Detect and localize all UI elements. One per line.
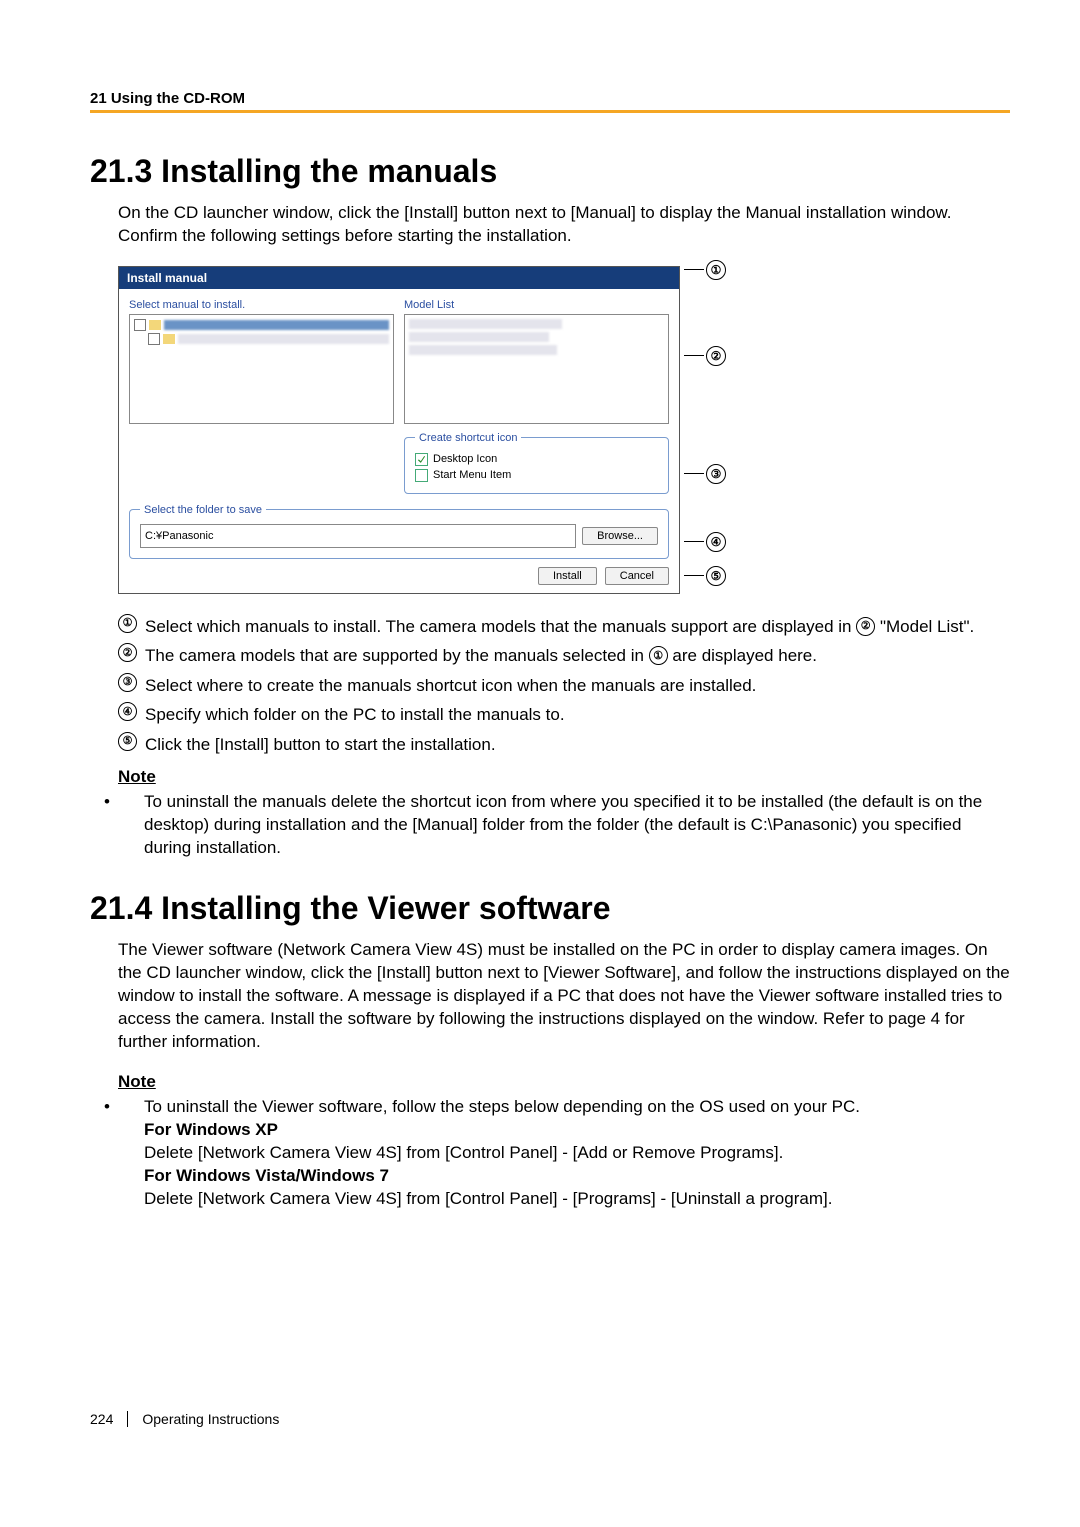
desktop-icon-label: Desktop Icon xyxy=(433,453,497,465)
callout-4: ④ xyxy=(684,532,726,552)
folder-input[interactable] xyxy=(140,524,576,548)
desktop-icon-checkbox[interactable] xyxy=(415,453,428,466)
enum-list-21-3: ①Select which manuals to install. The ca… xyxy=(118,614,1010,758)
note-body-21-4: •To uninstall the Viewer software, follo… xyxy=(144,1096,1010,1211)
install-manual-figure: Install manual Select manual to install. xyxy=(118,266,738,594)
note-body-21-3: •To uninstall the manuals delete the sho… xyxy=(144,791,1010,860)
cancel-button[interactable]: Cancel xyxy=(605,567,669,585)
dialog-title: Install manual xyxy=(119,267,679,289)
page-footer: 224 Operating Instructions xyxy=(90,1411,1010,1427)
heading-21-3: 21.3 Installing the manuals xyxy=(90,153,1010,190)
section-header: 21 Using the CD-ROM xyxy=(90,90,1010,107)
startmenu-label: Start Menu Item xyxy=(433,469,511,481)
callout-1: ① xyxy=(684,260,726,280)
heading-21-4: 21.4 Installing the Viewer software xyxy=(90,890,1010,927)
callout-2: ② xyxy=(684,346,726,366)
footer-label: Operating Instructions xyxy=(142,1411,279,1427)
header-rule xyxy=(90,110,1010,113)
callout-5: ⑤ xyxy=(684,566,726,586)
intro-21-4: The Viewer software (Network Camera View… xyxy=(118,939,1010,1054)
note-heading-21-4: Note xyxy=(118,1072,1010,1092)
install-button[interactable]: Install xyxy=(538,567,597,585)
folder-legend: Select the folder to save xyxy=(140,504,266,516)
callout-3: ③ xyxy=(684,464,726,484)
model-list-label: Model List xyxy=(404,299,669,311)
model-list[interactable] xyxy=(404,314,669,424)
shortcut-fieldset: Create shortcut icon Desktop Icon Start … xyxy=(404,432,669,494)
page-number: 224 xyxy=(90,1411,128,1427)
manual-tree[interactable] xyxy=(129,314,394,424)
folder-fieldset: Select the folder to save Browse... xyxy=(129,504,669,559)
browse-button[interactable]: Browse... xyxy=(582,527,658,545)
note-heading-21-3: Note xyxy=(118,767,1010,787)
startmenu-checkbox[interactable] xyxy=(415,469,428,482)
select-manual-label: Select manual to install. xyxy=(129,299,394,311)
install-manual-dialog: Install manual Select manual to install. xyxy=(118,266,680,594)
intro-21-3: On the CD launcher window, click the [In… xyxy=(118,202,1010,248)
shortcut-legend: Create shortcut icon xyxy=(415,432,521,444)
